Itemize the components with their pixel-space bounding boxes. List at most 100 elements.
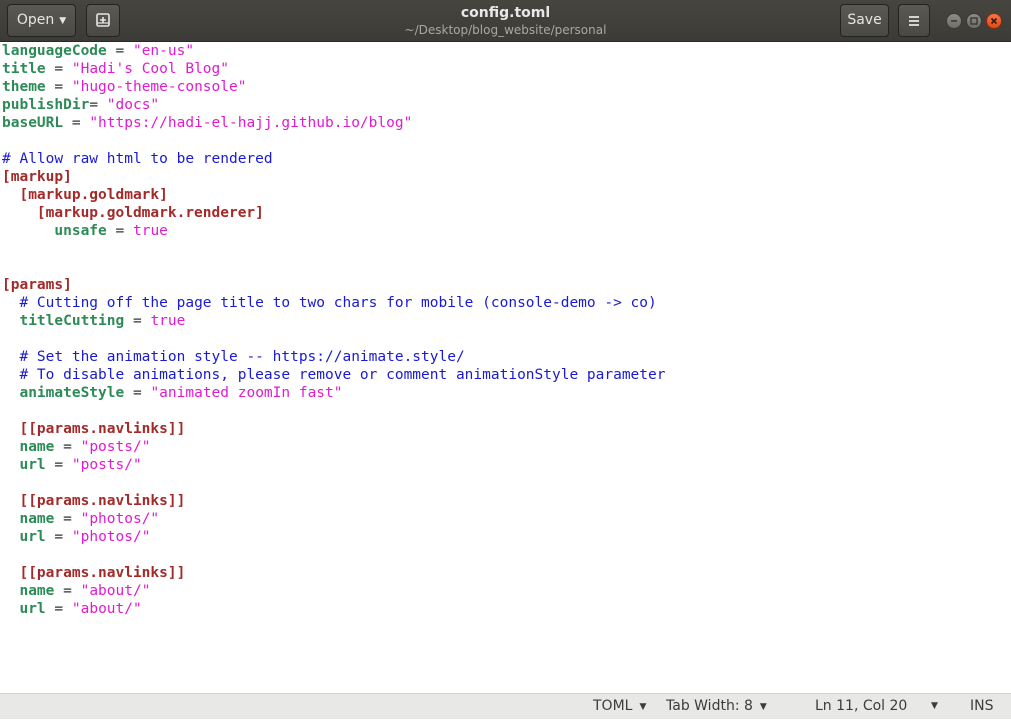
code-token: unsafe [54,223,107,239]
code-token: = [124,313,151,329]
code-line: publishDir= "docs" [0,96,1011,114]
code-token: [[params.navlinks]] [19,493,186,509]
window-title-area: config.toml ~/Desktop/blog_website/perso… [350,4,661,38]
code-line: # Set the animation style -- https://ani… [0,348,1011,366]
code-line: languageCode = "en-us" [0,42,1011,60]
code-line: name = "photos/" [0,510,1011,528]
code-token: true [150,313,186,329]
code-token: = [45,61,72,77]
minimize-button[interactable] [946,13,962,29]
code-token: name [19,439,55,455]
code-token: url [19,601,46,617]
code-token: = [106,43,133,59]
text-editor[interactable]: languageCode = "en-us" title = "Hadi's Co… [0,42,1011,693]
code-line: # To disable animations, please remove o… [0,366,1011,384]
code-line: name = "about/" [0,582,1011,600]
code-line: name = "posts/" [0,438,1011,456]
code-token: [markup] [2,169,72,185]
save-button[interactable]: Save [840,4,889,37]
new-tab-button[interactable] [86,4,120,37]
code-token: # Cutting off the page title to two char… [19,295,657,311]
code-line: animateStyle = "animated zoomIn fast" [0,384,1011,402]
code-token: true [132,223,168,239]
code-line: [params] [0,276,1011,294]
code-token: "en-us" [132,43,195,59]
hamburger-menu-icon [909,16,919,26]
cursor-position[interactable]: Ln 11, Col 20 [815,694,907,719]
code-line: url = "photos/" [0,528,1011,546]
code-token: name [19,583,55,599]
open-button[interactable]: Open ▼ [7,4,76,37]
code-token: [[params.navlinks]] [19,565,186,581]
code-line: url = "about/" [0,600,1011,618]
code-token: "Hadi's Cool Blog" [71,61,229,77]
code-token: "posts/" [80,439,151,455]
chevron-down-icon[interactable]: ▼ [931,694,938,719]
minimize-icon [951,20,957,22]
window-subtitle: ~/Desktop/blog_website/personal [404,23,607,37]
insert-mode-indicator: INS [970,698,994,714]
maximize-icon [970,17,978,25]
code-token: baseURL [2,115,64,131]
code-token: "about/" [71,601,142,617]
code-token: "posts/" [71,457,142,473]
maximize-button[interactable] [966,13,982,29]
code-line: baseURL = "https://hadi-el-hajj.github.i… [0,114,1011,132]
code-token: url [19,529,46,545]
code-line: title = "Hadi's Cool Blog" [0,60,1011,78]
code-token: # Set the animation style -- https://ani… [19,349,465,365]
code-line: [markup.goldmark] [0,186,1011,204]
code-token: = [54,583,81,599]
close-button[interactable] [986,13,1002,29]
code-token: publishDir [2,97,90,113]
menu-button[interactable] [898,4,930,37]
code-token: = [54,511,81,527]
code-token: "docs" [106,97,160,113]
close-icon [990,17,998,25]
code-token: = [89,97,107,113]
code-token: [[params.navlinks]] [19,421,186,437]
code-token: animateStyle [19,385,125,401]
code-token: = [45,457,72,473]
new-tab-icon [96,13,110,27]
code-token: # Allow raw html to be rendered [2,151,273,167]
code-token: "about/" [80,583,151,599]
code-token: title [2,61,46,77]
code-token: "photos/" [80,511,160,527]
code-line: url = "posts/" [0,456,1011,474]
code-token: # To disable animations, please remove o… [19,367,666,383]
tab-width-label: Tab Width: 8 [666,698,753,714]
chevron-down-icon: ▼ [759,702,767,712]
code-token: = [106,223,133,239]
tab-width-selector[interactable]: Tab Width: 8 ▼ [666,694,767,720]
code-token: = [54,439,81,455]
code-token: [params] [2,277,72,293]
code-token: theme [2,79,46,95]
code-token: "hugo-theme-console" [71,79,247,95]
code-line: [[params.navlinks]] [0,492,1011,510]
language-label: TOML [593,698,633,714]
chevron-down-icon: ▼ [639,702,647,712]
code-token: languageCode [2,43,107,59]
code-token: "https://hadi-el-hajj.github.io/blog" [89,115,413,131]
code-token: = [45,79,72,95]
language-selector[interactable]: TOML ▼ [593,694,646,720]
code-token: titleCutting [19,313,125,329]
